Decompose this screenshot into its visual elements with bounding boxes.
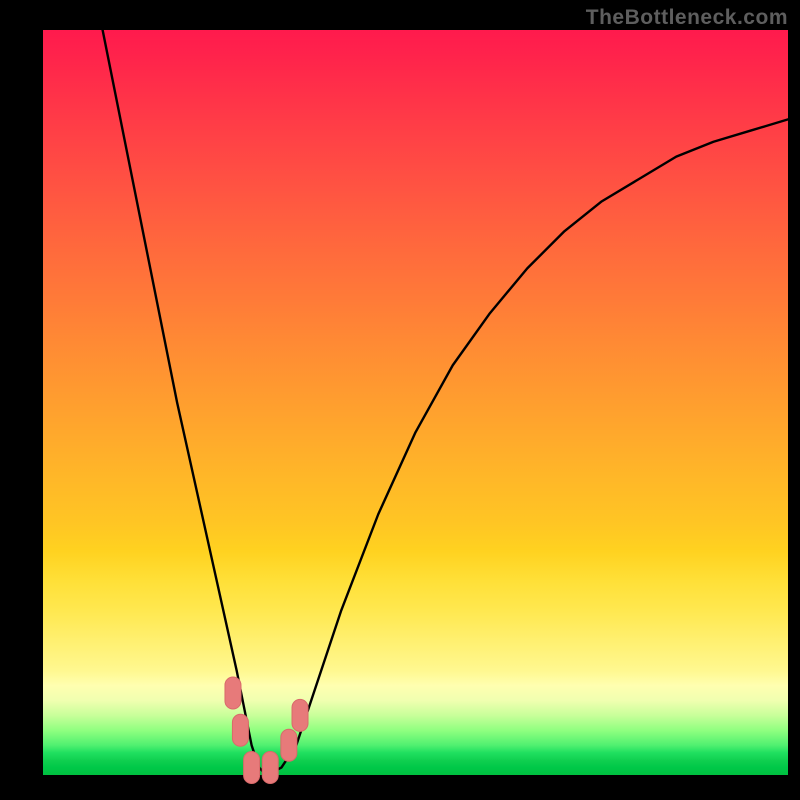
chart-frame: TheBottleneck.com (0, 0, 800, 800)
data-marker (281, 729, 297, 761)
bottleneck-curve (103, 30, 788, 775)
data-marker (292, 699, 308, 731)
data-marker (225, 677, 241, 709)
chart-svg (0, 0, 800, 800)
data-marker (232, 714, 248, 746)
data-marker (244, 752, 260, 784)
data-marker (262, 752, 278, 784)
